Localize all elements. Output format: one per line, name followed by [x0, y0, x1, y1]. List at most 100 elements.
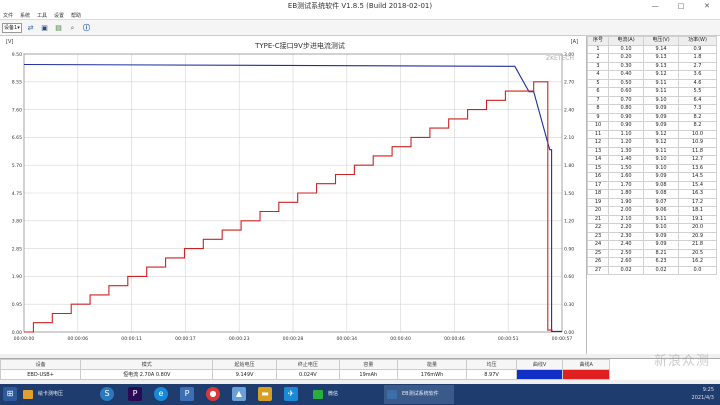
- menu-file[interactable]: 文件: [3, 12, 13, 20]
- start-icon[interactable]: ⊞: [3, 387, 17, 401]
- browser-icon[interactable]: e: [154, 387, 168, 401]
- y-left-tick-label: 4.75: [12, 191, 22, 197]
- chrome-icon[interactable]: ●: [206, 387, 220, 401]
- summary-header-energy: 能量: [396, 359, 468, 370]
- y-left-tick-label: 3.80: [12, 219, 22, 225]
- table-row[interactable]: 18 1.80 9.08 16.3: [587, 189, 717, 199]
- table-cell: 16: [587, 172, 610, 182]
- table-cell: 9.10: [643, 155, 680, 165]
- table-cell: 1.70: [608, 180, 645, 190]
- info-icon[interactable]: ⓘ: [81, 23, 92, 33]
- table-row[interactable]: 12 1.20 9.12 10.9: [587, 138, 717, 148]
- table-cell: 15: [587, 163, 610, 173]
- table-row[interactable]: 21 2.10 9.11 19.1: [587, 214, 717, 224]
- x-tick-label: 00:00:17: [175, 336, 196, 342]
- curve-v-swatch[interactable]: [515, 369, 564, 380]
- zoom-icon[interactable]: ⌕: [67, 23, 78, 33]
- summary-end-voltage: 0.024V: [275, 369, 340, 380]
- table-cell: 8.2: [678, 112, 717, 122]
- summary-mode: 恒电流 2.70A 0.80V: [80, 369, 214, 380]
- sogou-icon[interactable]: S: [100, 387, 114, 401]
- table-row[interactable]: 25 2.50 8.21 20.5: [587, 248, 717, 258]
- table-cell: 2.50: [608, 248, 645, 258]
- table-row[interactable]: 3 0.30 9.13 2.7: [587, 61, 717, 71]
- y-left-tick-label: 2.85: [12, 246, 22, 252]
- premiere-icon[interactable]: P: [128, 387, 142, 401]
- table-cell: 10.0: [678, 129, 717, 139]
- table-cell: 9: [587, 112, 610, 122]
- table-cell: 26: [587, 257, 610, 267]
- print-icon[interactable]: ▤: [53, 23, 64, 33]
- table-row[interactable]: 5 0.50 9.11 4.6: [587, 78, 717, 88]
- table-row[interactable]: 15 1.50 9.10 13.6: [587, 163, 717, 173]
- table-cell: 19.1: [678, 214, 717, 224]
- clock[interactable]: 9:25 2021/4/3: [674, 386, 714, 402]
- table-row[interactable]: 14 1.40 9.10 12.7: [587, 155, 717, 165]
- y-right-tick-label: 2.70: [564, 80, 574, 86]
- photos-icon[interactable]: ▲: [232, 387, 246, 401]
- table-row[interactable]: 19 1.90 9.07 17.2: [587, 197, 717, 207]
- device-select[interactable]: 设备1▾: [2, 23, 22, 33]
- menu-tools[interactable]: 工具: [37, 12, 47, 20]
- table-row[interactable]: 2 0.20 9.13 1.8: [587, 53, 717, 63]
- table-row[interactable]: 16 1.60 9.09 14.5: [587, 172, 717, 182]
- table-header: 功率(W): [678, 36, 717, 46]
- table-cell: 20.9: [678, 231, 717, 241]
- y-right-tick-label: 1.20: [564, 219, 574, 225]
- table-cell: 9.13: [643, 61, 680, 71]
- table-cell: 8: [587, 104, 610, 114]
- table-cell: 9.09: [643, 104, 680, 114]
- table-row[interactable]: 4 0.40 9.12 3.6: [587, 70, 717, 80]
- window-title: EB测试系统软件 V1.8.5 (Build 2018-02-01): [287, 2, 433, 10]
- close-button[interactable]: ✕: [694, 0, 720, 12]
- table-cell: 16.3: [678, 189, 717, 199]
- table-row[interactable]: 23 2.30 9.09 20.9: [587, 231, 717, 241]
- table-row[interactable]: 8 0.80 9.09 7.3: [587, 104, 717, 114]
- summary-header-capacity: 容量: [338, 359, 398, 370]
- connect-icon[interactable]: ⇄: [25, 23, 36, 33]
- table-row[interactable]: 24 2.40 9.09 21.8: [587, 240, 717, 250]
- menu-system[interactable]: 系统: [20, 12, 30, 20]
- table-row[interactable]: 26 2.60 6.23 16.2: [587, 257, 717, 267]
- save-icon[interactable]: ▣: [39, 23, 50, 33]
- table-row[interactable]: 7 0.70 9.10 6.4: [587, 95, 717, 105]
- table-row[interactable]: 6 0.60 9.11 5.5: [587, 87, 717, 97]
- summary-capacity: 19mAh: [338, 369, 398, 380]
- table-cell: 0.70: [608, 95, 645, 105]
- table-cell: 2.60: [608, 257, 645, 267]
- y-right-tick-label: 1.80: [564, 163, 574, 169]
- table-cell: 1.8: [678, 53, 717, 63]
- app-blue-icon[interactable]: ✈: [284, 387, 298, 401]
- table-row[interactable]: 27 0.02 0.02 0.0: [587, 265, 717, 275]
- maximize-button[interactable]: □: [668, 0, 694, 12]
- menu-settings[interactable]: 设置: [54, 12, 64, 20]
- task-eb-label: EB测试系统软件: [402, 391, 439, 397]
- photoshop-icon[interactable]: P: [180, 387, 194, 401]
- summary-start-voltage: 9.149V: [212, 369, 277, 380]
- task-folder[interactable]: 绘卡测电压: [20, 385, 80, 404]
- y-left-tick-label: 8.55: [12, 80, 22, 86]
- curve-a-swatch[interactable]: [562, 369, 610, 380]
- chart: 9.50 3.008.55 2.707.60 2.406.65 2.105.70 1.80…: [6, 39, 578, 342]
- explorer-icon[interactable]: ▬: [258, 387, 272, 401]
- table-cell: 27: [587, 265, 610, 275]
- table-cell: 3: [587, 61, 610, 71]
- minimize-button[interactable]: —: [642, 0, 668, 12]
- table-cell: 9.10: [643, 95, 680, 105]
- table-row[interactable]: 10 0.90 9.09 8.2: [587, 121, 717, 131]
- chart-title: TYPE-C接口9V步进电流测试: [254, 41, 345, 50]
- table-row[interactable]: 20 2.00 9.06 18.1: [587, 206, 717, 216]
- table-row[interactable]: 1 0.10 9.14 0.9: [587, 44, 717, 54]
- table-row[interactable]: 22 2.20 9.10 20.0: [587, 223, 717, 233]
- table-cell: 22: [587, 223, 610, 233]
- taskbar: ⊞ 绘卡测电压 S P e P ● ▲ ▬ ✈ 微信 EB测试系统软件 9:25…: [0, 384, 720, 405]
- task-eb-software[interactable]: EB测试系统软件: [384, 385, 454, 404]
- summary-header-curve-a: 曲线A: [562, 359, 610, 370]
- table-row[interactable]: 13 1.30 9.11 11.8: [587, 146, 717, 156]
- table-cell: 17.2: [678, 197, 717, 207]
- task-wechat[interactable]: 微信: [310, 385, 374, 404]
- table-row[interactable]: 17 1.70 9.08 15.4: [587, 180, 717, 190]
- table-row[interactable]: 11 1.10 9.12 10.0: [587, 129, 717, 139]
- menu-help[interactable]: 帮助: [71, 12, 81, 20]
- table-row[interactable]: 9 0.90 9.09 8.2: [587, 112, 717, 122]
